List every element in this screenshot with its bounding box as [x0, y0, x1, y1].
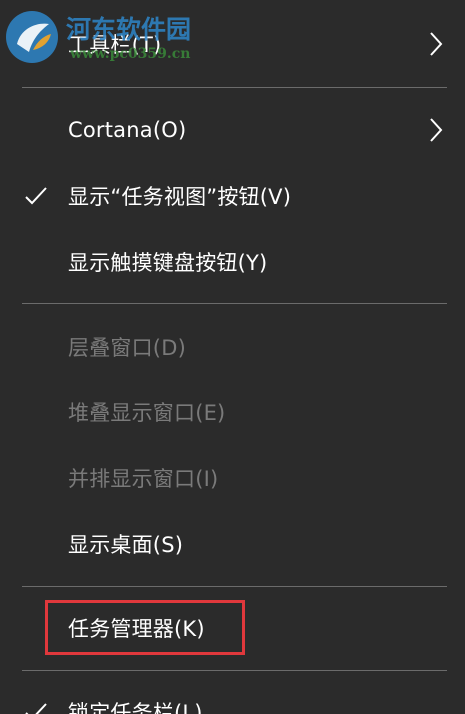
- highlight-annotation-box: [45, 600, 245, 655]
- chevron-right-icon: [430, 32, 443, 56]
- chevron-right-icon: [430, 118, 443, 142]
- menu-item-label: 显示“任务视图”按钮(V): [68, 185, 292, 209]
- menu-item-label: 显示触摸键盘按钮(Y): [68, 251, 268, 275]
- menu-item-lock-taskbar[interactable]: 锁定任务栏(L): [0, 680, 465, 714]
- menu-item-show-task-view[interactable]: 显示“任务视图”按钮(V): [0, 164, 465, 228]
- menu-divider: [22, 586, 447, 587]
- checkmark-icon: [25, 187, 47, 205]
- menu-item-label: Cortana(O): [68, 118, 187, 142]
- menu-item-label: 显示桌面(S): [68, 533, 184, 557]
- menu-item-stacked-windows: 堆叠显示窗口(E): [0, 380, 465, 444]
- menu-item-cortana[interactable]: Cortana(O): [0, 98, 465, 162]
- menu-item-label: 并排显示窗口(I): [68, 467, 219, 491]
- menu-item-label: 堆叠显示窗口(E): [68, 401, 226, 425]
- menu-divider: [22, 87, 447, 88]
- menu-item-show-desktop[interactable]: 显示桌面(S): [0, 512, 465, 576]
- menu-item-cascade-windows: 层叠窗口(D): [0, 315, 465, 379]
- menu-item-label: 层叠窗口(D): [68, 336, 186, 360]
- menu-item-side-by-side-windows: 并排显示窗口(I): [0, 446, 465, 510]
- menu-item-toolbars[interactable]: 工具栏(T): [0, 12, 465, 76]
- menu-divider: [22, 670, 447, 671]
- menu-divider: [22, 303, 447, 304]
- menu-item-show-touch-keyboard[interactable]: 显示触摸键盘按钮(Y): [0, 230, 465, 294]
- menu-item-label: 锁定任务栏(L): [68, 701, 203, 714]
- menu-item-label: 工具栏(T): [68, 33, 162, 57]
- taskbar-context-menu: 工具栏(T) Cortana(O) 显示“任务视图”按钮(V) 显示触摸键盘按钮…: [0, 0, 465, 714]
- checkmark-icon: [25, 703, 47, 714]
